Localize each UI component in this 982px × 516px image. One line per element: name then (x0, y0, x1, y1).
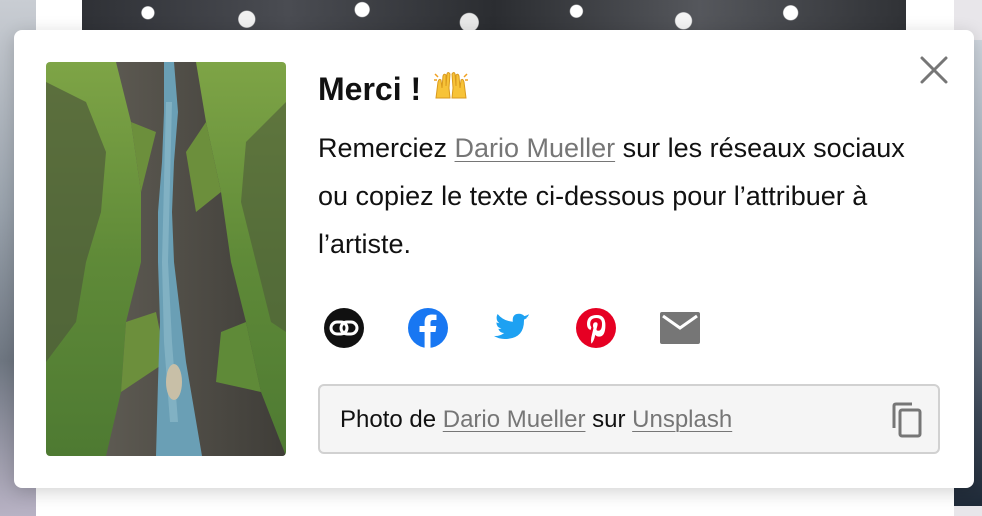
pinterest-icon (576, 308, 616, 348)
description-prefix: Remerciez (318, 133, 455, 163)
twitter-icon (493, 313, 530, 339)
close-button[interactable] (919, 55, 949, 85)
background-photo-top (82, 0, 906, 32)
dialog-title-text: Merci ! (318, 71, 422, 107)
author-link[interactable]: Dario Mueller (455, 133, 616, 163)
copy-icon (892, 402, 922, 438)
attribution-middle: sur (585, 406, 633, 433)
copy-link-button[interactable] (322, 306, 366, 350)
dialog-description: Remerciez Dario Mueller sur les réseaux … (318, 124, 918, 268)
email-share-button[interactable] (658, 306, 702, 350)
email-icon (660, 312, 700, 344)
twitter-share-button[interactable] (490, 306, 534, 350)
thank-you-dialog: Merci ! Remerciez Dario Mueller sur les … (14, 30, 974, 488)
attribution-author-link[interactable]: Dario Mueller (443, 406, 586, 433)
unsplash-link[interactable]: Unsplash (632, 406, 732, 433)
close-icon (920, 56, 948, 84)
attribution-text[interactable]: Photo de Dario Mueller sur Unsplash (340, 406, 732, 434)
facebook-icon (408, 308, 448, 348)
pinterest-share-button[interactable] (574, 306, 618, 350)
link-icon (324, 308, 364, 348)
copy-attribution-button[interactable] (888, 402, 924, 438)
dialog-title: Merci ! (318, 68, 470, 112)
attribution-box: Photo de Dario Mueller sur Unsplash (318, 384, 940, 454)
attribution-prefix: Photo de (340, 406, 443, 433)
raising-hands-emoji (432, 68, 470, 112)
background-gap (36, 488, 954, 516)
facebook-share-button[interactable] (406, 306, 450, 350)
canyon-river-photo (46, 62, 286, 456)
